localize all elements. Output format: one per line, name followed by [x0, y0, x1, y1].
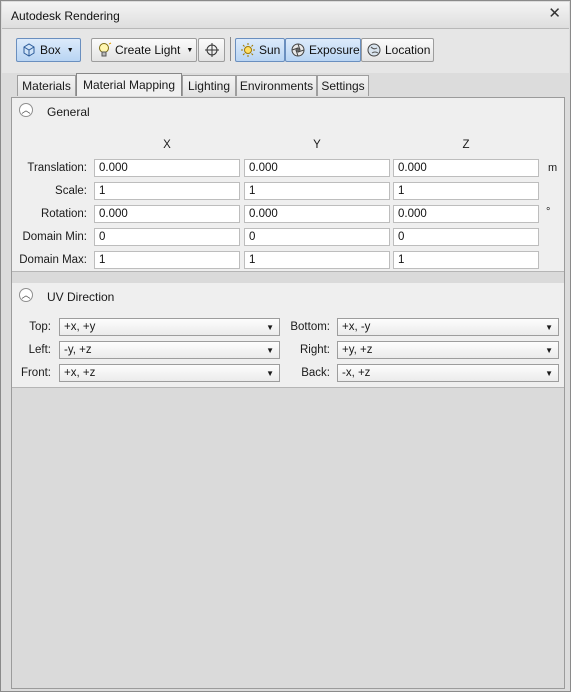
chevron-down-icon: ▼ [186, 46, 194, 54]
location-label: Location [385, 43, 431, 57]
uv-back-label: Back: [301, 367, 330, 379]
domain-max-x-field[interactable]: 1 [94, 251, 240, 269]
translation-z-field[interactable]: 0.000 [393, 159, 539, 177]
domain-min-x-field[interactable]: 0 [94, 228, 240, 246]
domain-min-y-field[interactable]: 0 [244, 228, 390, 246]
box-button-label: Box [40, 43, 61, 57]
rotation-unit: ° [546, 206, 551, 218]
uv-back-value: -x, +z [342, 367, 371, 379]
uv-bottom-value: +x, -y [342, 321, 371, 333]
chevron-down-icon: ▼ [545, 346, 553, 355]
sun-icon [240, 42, 256, 58]
domain-max-z-field[interactable]: 1 [393, 251, 539, 269]
rotation-z-field[interactable]: 0.000 [393, 205, 539, 223]
uv-direction-section-header[interactable]: ︿ UV Direction [12, 283, 564, 307]
panel-empty-area [12, 400, 564, 688]
tab-settings[interactable]: Settings [317, 75, 369, 96]
create-light-label: Create Light [115, 43, 181, 57]
scale-label: Scale: [55, 185, 87, 197]
uv-top-value: +x, +y [64, 321, 96, 333]
domain-min-label: Domain Min: [22, 231, 87, 243]
uv-bottom-label: Bottom: [290, 321, 330, 333]
domain-max-label: Domain Max: [19, 254, 87, 266]
crosshair-icon [204, 42, 220, 58]
domain-max-y-field[interactable]: 1 [244, 251, 390, 269]
uv-top-label: Top: [29, 321, 51, 333]
window-title: Autodesk Rendering [11, 9, 120, 23]
tab-materials[interactable]: Materials [17, 75, 76, 96]
toolbar-separator [230, 37, 231, 61]
uv-front-value: +x, +z [64, 367, 96, 379]
chevron-down-icon: ▼ [545, 323, 553, 332]
chevron-down-icon: ▼ [266, 323, 274, 332]
tab-material-mapping[interactable]: Material Mapping [76, 73, 182, 96]
sun-toggle-button[interactable]: Sun [235, 38, 285, 62]
translation-y-field[interactable]: 0.000 [244, 159, 390, 177]
exposure-label: Exposure [309, 43, 360, 57]
uv-bottom-select[interactable]: +x, -y ▼ [337, 318, 559, 336]
uv-right-value: +y, +z [342, 344, 373, 356]
light-bulb-icon [96, 42, 112, 58]
general-section: ︿ General X Y Z Translation: 0.000 0.000… [12, 98, 564, 272]
exposure-icon [290, 42, 306, 58]
general-section-header[interactable]: ︿ General [12, 98, 564, 122]
autodesk-rendering-window: Autodesk Rendering ✕ Box ▼ Create Light … [0, 0, 571, 692]
chevron-down-icon: ▼ [66, 46, 74, 54]
uv-front-select[interactable]: +x, +z ▼ [59, 364, 280, 382]
translation-label: Translation: [27, 162, 87, 174]
axis-y-header: Y [313, 139, 321, 151]
uv-direction-section: ︿ UV Direction Top: +x, +y ▼ Bottom: +x,… [12, 283, 564, 388]
scale-y-field[interactable]: 1 [244, 182, 390, 200]
axis-z-header: Z [462, 139, 470, 151]
translation-x-field[interactable]: 0.000 [94, 159, 240, 177]
box-icon [21, 42, 37, 58]
rotation-x-field[interactable]: 0.000 [94, 205, 240, 223]
uv-back-select[interactable]: -x, +z ▼ [337, 364, 559, 382]
uv-left-label: Left: [28, 344, 51, 356]
uv-top-select[interactable]: +x, +y ▼ [59, 318, 280, 336]
tab-environments[interactable]: Environments [236, 75, 317, 96]
close-icon[interactable]: ✕ [548, 6, 561, 22]
chevron-up-icon[interactable]: ︿ [19, 288, 33, 302]
tab-lighting[interactable]: Lighting [182, 75, 236, 96]
scale-z-field[interactable]: 1 [393, 182, 539, 200]
uv-direction-title: UV Direction [47, 290, 115, 304]
globe-icon [366, 42, 382, 58]
uv-front-label: Front: [20, 367, 51, 379]
box-mapping-button[interactable]: Box ▼ [16, 38, 81, 62]
sun-label: Sun [259, 43, 281, 57]
material-mapping-panel: ︿ General X Y Z Translation: 0.000 0.000… [11, 97, 565, 689]
uv-left-value: -y, +z [64, 344, 92, 356]
rotation-label: Rotation: [40, 208, 87, 220]
target-light-button[interactable] [198, 38, 225, 62]
uv-right-select[interactable]: +y, +z ▼ [337, 341, 559, 359]
toolbar: Box ▼ Create Light ▼ Sun Exposure Locati… [2, 29, 569, 73]
axis-x-header: X [163, 139, 171, 151]
rotation-y-field[interactable]: 0.000 [244, 205, 390, 223]
uv-left-select[interactable]: -y, +z ▼ [59, 341, 280, 359]
domain-min-z-field[interactable]: 0 [393, 228, 539, 246]
chevron-down-icon: ▼ [266, 346, 274, 355]
location-button[interactable]: Location [361, 38, 434, 62]
title-bar: Autodesk Rendering ✕ [2, 2, 569, 29]
translation-unit: m [548, 162, 558, 174]
general-title: General [47, 105, 90, 119]
chevron-up-icon[interactable]: ︿ [19, 103, 33, 117]
uv-right-label: Right: [299, 344, 330, 356]
chevron-down-icon: ▼ [545, 369, 553, 378]
chevron-down-icon: ▼ [266, 369, 274, 378]
scale-x-field[interactable]: 1 [94, 182, 240, 200]
create-light-button[interactable]: Create Light ▼ [91, 38, 197, 62]
exposure-toggle-button[interactable]: Exposure [285, 38, 361, 62]
